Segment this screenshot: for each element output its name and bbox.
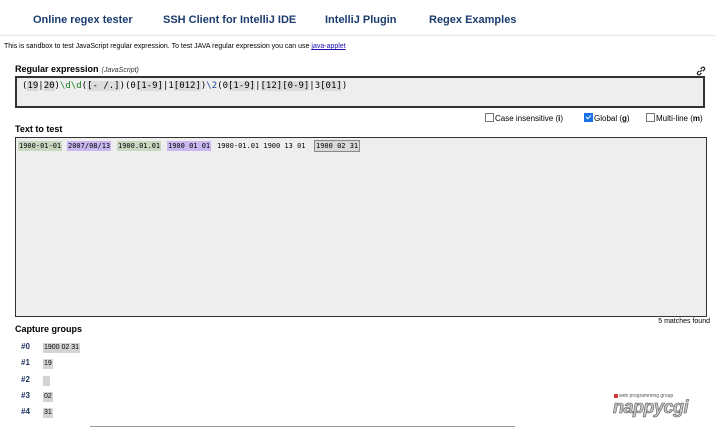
regex-token: [- /.]	[87, 81, 120, 91]
regex-token: [0-9]	[282, 81, 310, 91]
regex-token: |	[38, 81, 44, 91]
regex-token: 20	[43, 81, 55, 91]
match-highlight: 1900.01.01	[117, 141, 162, 151]
case-insensitive-checkbox[interactable]	[485, 113, 494, 122]
bottom-divider	[90, 426, 515, 427]
regex-token: |	[255, 81, 261, 91]
regex-token: 1	[168, 81, 174, 91]
unmatched-text: 1900-01.01 1900 13 01	[217, 142, 306, 150]
group-value: 02	[43, 392, 53, 402]
match-highlight: 2007/08/13	[67, 141, 112, 151]
test-section-title: Text to test	[15, 124, 63, 134]
regex-token: \d\d	[59, 81, 82, 91]
regex-token: \2	[206, 81, 218, 91]
case-insensitive-label: Case insensitive (	[495, 114, 559, 123]
option-global[interactable]: Global (g)	[584, 113, 630, 125]
logo-wordmark: nappycgi	[613, 397, 689, 418]
match-count: 5 matches found	[658, 318, 710, 325]
group-label: #3	[21, 391, 30, 400]
nav-divider	[0, 35, 715, 36]
match-highlight-selected: 1900 02 31	[314, 140, 361, 152]
regex-token: 19	[27, 81, 39, 91]
regex-token: [12]	[260, 81, 283, 91]
top-nav: Online regex tester SSH Client for Intel…	[0, 0, 715, 38]
regex-token: [1-9]	[135, 81, 163, 91]
regex-token: [01]	[320, 81, 342, 91]
global-close: )	[626, 114, 630, 123]
regex-input[interactable]: (19|20)\d\d([- /.])(0[1-9]|1[012])\2(0[1…	[15, 76, 705, 108]
option-multiline[interactable]: Multi-line (m)	[646, 113, 703, 125]
regex-token: [1-9]	[227, 81, 256, 91]
group-value: 19	[43, 359, 53, 369]
option-case-insensitive[interactable]: Case insensitive (i)	[485, 113, 563, 125]
multiline-checkbox[interactable]	[646, 113, 655, 122]
match-highlight: 1900 01 01	[167, 141, 212, 151]
group-value: 1900 02 31	[43, 343, 81, 353]
intro-text: This is sandbox to test JavaScript regul…	[4, 43, 346, 50]
group-label: #0	[21, 342, 30, 351]
global-label: Global (	[594, 114, 623, 123]
multiline-flag: m	[692, 114, 701, 123]
test-text-input[interactable]: 1900-01-01 2007/08/13 1900.01.01 1900 01…	[15, 137, 707, 317]
nav-link-ssh-client[interactable]: SSH Client for IntelliJ IDE	[163, 14, 296, 26]
java-applet-link[interactable]: java-applet	[311, 43, 345, 50]
regex-subtitle: (JavaScript)	[101, 67, 139, 74]
nav-link-online-regex-tester[interactable]: Online regex tester	[33, 14, 133, 26]
match-highlight: 1900-01-01	[18, 141, 63, 151]
regex-token: )(	[119, 81, 131, 91]
multiline-label: Multi-line (	[656, 114, 693, 123]
regex-token: )	[341, 81, 348, 91]
group-value: 31	[43, 408, 53, 418]
regex-title: Regular expression	[15, 64, 99, 74]
group-value	[43, 376, 50, 386]
group-label: #1	[21, 358, 30, 367]
nav-link-intellij-plugin[interactable]: IntelliJ Plugin	[325, 14, 397, 26]
group-label: #4	[21, 407, 30, 416]
nappycgi-logo[interactable]: web programming group nappycgi	[613, 393, 705, 419]
multiline-close: )	[700, 114, 703, 123]
group-label: #2	[21, 375, 30, 384]
intro-sentence: This is sandbox to test JavaScript regul…	[4, 43, 312, 50]
global-checkbox[interactable]	[584, 113, 593, 122]
regex-section-title: Regular expression (JavaScript)	[15, 64, 139, 74]
case-insensitive-close: )	[560, 114, 564, 123]
capture-groups-title: Capture groups	[15, 324, 83, 334]
regex-token: [012]	[173, 81, 201, 91]
nav-link-regex-examples[interactable]: Regex Examples	[429, 14, 516, 26]
